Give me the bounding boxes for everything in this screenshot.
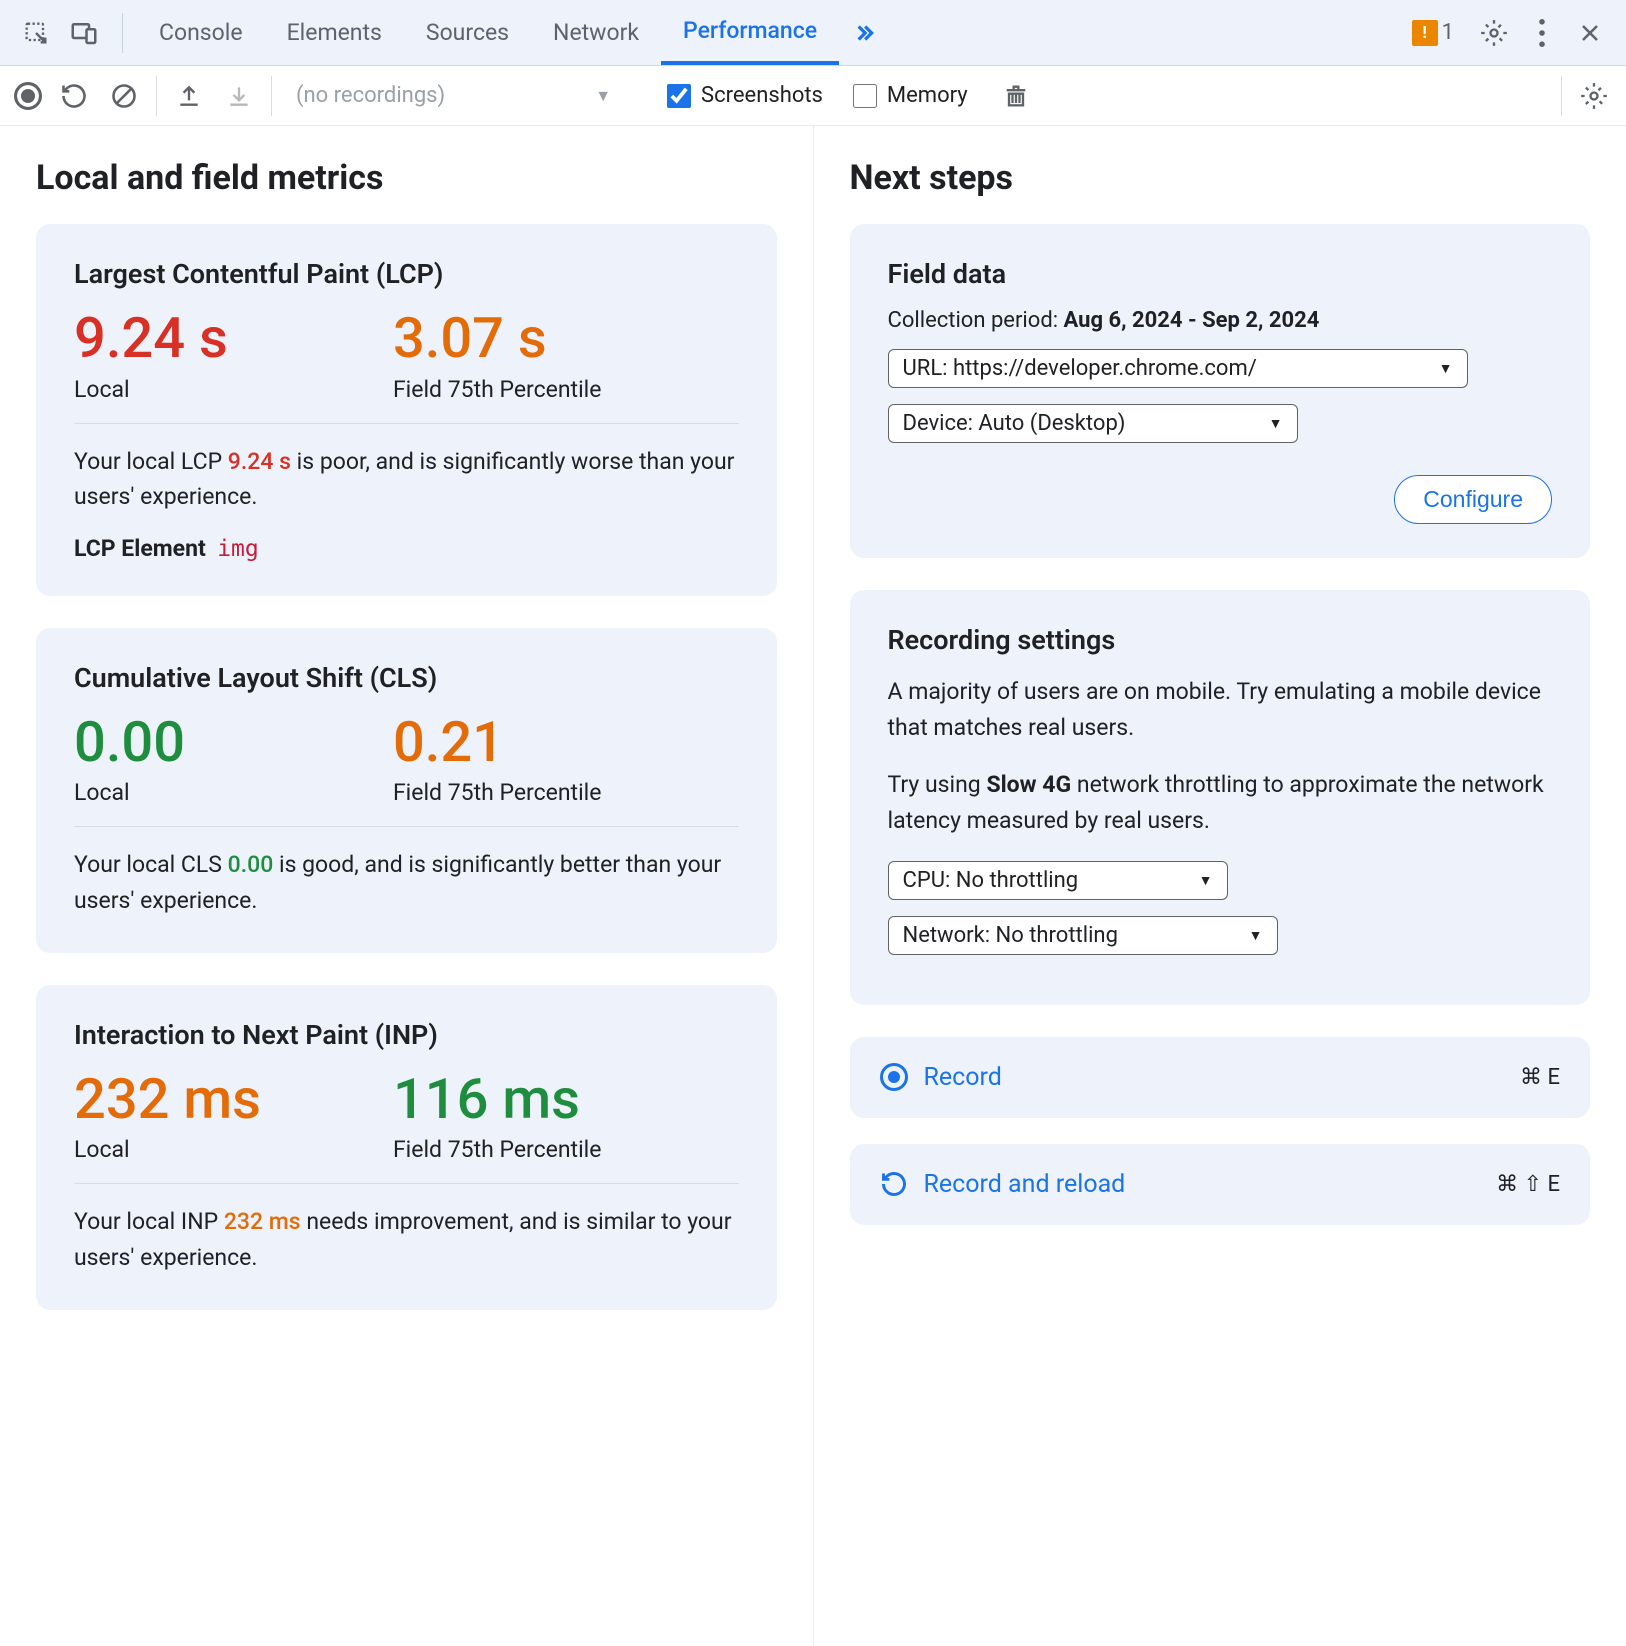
inp-field-value: 116 ms [393,1069,739,1131]
inp-local-value: 232 ms [74,1069,393,1131]
reload-icon[interactable] [56,78,92,114]
recording-settings-p1: A majority of users are on mobile. Try e… [888,674,1553,745]
tab-performance[interactable]: Performance [661,0,839,65]
lcp-description: Your local LCP 9.24 s is poor, and is si… [74,444,739,515]
cls-description: Your local CLS 0.00 is good, and is sign… [74,847,739,918]
lcp-title: Largest Contentful Paint (LCP) [74,258,739,290]
inp-title: Interaction to Next Paint (INP) [74,1019,739,1051]
collection-period: Collection period: Aug 6, 2024 - Sep 2, … [888,308,1553,333]
cls-local-label: Local [74,779,393,806]
more-tabs-icon[interactable] [843,13,883,53]
record-button-icon[interactable] [14,82,42,110]
metrics-title: Local and field metrics [36,158,777,198]
url-dropdown-label: URL: https://developer.chrome.com/ [903,356,1257,381]
tab-sources[interactable]: Sources [404,0,531,65]
collect-garbage-icon[interactable] [998,78,1034,114]
next-steps-title: Next steps [850,158,1591,198]
field-data-title: Field data [888,258,1553,290]
performance-toolbar: (no recordings) ▼ Screenshots Memory [0,66,1626,126]
tab-console[interactable]: Console [137,0,265,65]
next-steps-column: Next steps Field data Collection period:… [814,126,1626,1646]
inp-description: Your local INP 232 ms needs improvement,… [74,1204,739,1275]
lcp-element-row[interactable]: LCP Element img [74,535,739,562]
screenshots-checkbox[interactable] [667,84,691,108]
lcp-local-label: Local [74,376,393,403]
divider [271,76,272,116]
screenshots-checkbox-row[interactable]: Screenshots [667,83,823,108]
kebab-menu-icon[interactable] [1522,13,1562,53]
close-icon[interactable] [1570,13,1610,53]
memory-checkbox[interactable] [853,84,877,108]
recordings-dropdown[interactable]: (no recordings) ▼ [286,83,611,108]
record-reload-action[interactable]: Record and reload ⌘ ⇧ E [850,1144,1591,1225]
divider [1561,76,1562,116]
panel-settings-icon[interactable] [1576,78,1612,114]
screenshots-label: Screenshots [701,83,823,108]
field-data-card: Field data Collection period: Aug 6, 202… [850,224,1591,558]
recording-settings-p2: Try using Slow 4G network throttling to … [888,767,1553,838]
recordings-dropdown-label: (no recordings) [296,83,445,108]
record-action[interactable]: Record ⌘ E [850,1037,1591,1118]
download-icon[interactable] [221,78,257,114]
reload-icon [880,1170,908,1198]
cls-title: Cumulative Layout Shift (CLS) [74,662,739,694]
metrics-column: Local and field metrics Largest Contentf… [0,126,814,1646]
warning-count: 1 [1442,20,1454,45]
inp-card: Interaction to Next Paint (INP) 232 ms L… [36,985,777,1310]
lcp-card: Largest Contentful Paint (LCP) 9.24 s Lo… [36,224,777,596]
inp-field-label: Field 75th Percentile [393,1136,739,1163]
cpu-dropdown[interactable]: CPU: No throttling ▼ [888,861,1228,900]
inp-local-label: Local [74,1136,393,1163]
chevron-down-icon: ▼ [1269,415,1283,432]
record-reload-shortcut: ⌘ ⇧ E [1496,1172,1560,1197]
chevron-down-icon: ▼ [1249,927,1263,944]
configure-button[interactable]: Configure [1394,475,1552,524]
device-dropdown-label: Device: Auto (Desktop) [903,411,1126,436]
clear-icon[interactable] [106,78,142,114]
url-dropdown[interactable]: URL: https://developer.chrome.com/ ▼ [888,349,1468,388]
chevron-down-icon: ▼ [1199,872,1213,889]
network-dropdown[interactable]: Network: No throttling ▼ [888,916,1278,955]
divider [122,13,123,53]
divider [156,76,157,116]
inspect-element-icon[interactable] [16,13,56,53]
chevron-down-icon: ▼ [595,86,611,106]
cpu-dropdown-label: CPU: No throttling [903,868,1079,893]
tab-elements[interactable]: Elements [265,0,404,65]
cls-field-label: Field 75th Percentile [393,779,739,806]
lcp-element-tag: img [217,536,259,562]
device-toggle-icon[interactable] [64,13,104,53]
devtools-tab-strip: Console Elements Sources Network Perform… [0,0,1626,66]
recording-settings-card: Recording settings A majority of users a… [850,590,1591,1005]
record-label: Record [924,1063,1002,1092]
network-dropdown-label: Network: No throttling [903,923,1118,948]
settings-icon[interactable] [1474,13,1514,53]
cls-field-value: 0.21 [393,712,739,774]
recording-settings-title: Recording settings [888,624,1553,656]
lcp-local-value: 9.24 s [74,308,393,370]
memory-checkbox-row[interactable]: Memory [853,83,968,108]
tab-network[interactable]: Network [531,0,661,65]
lcp-field-value: 3.07 s [393,308,739,370]
lcp-field-label: Field 75th Percentile [393,376,739,403]
warning-icon: ! [1412,20,1438,46]
record-reload-label: Record and reload [924,1170,1126,1199]
cls-local-value: 0.00 [74,712,393,774]
upload-icon[interactable] [171,78,207,114]
memory-label: Memory [887,83,968,108]
device-dropdown[interactable]: Device: Auto (Desktop) ▼ [888,404,1298,443]
record-icon [880,1063,908,1091]
chevron-down-icon: ▼ [1439,360,1453,377]
cls-card: Cumulative Layout Shift (CLS) 0.00 Local… [36,628,777,953]
record-shortcut: ⌘ E [1520,1065,1560,1090]
issues-badge[interactable]: ! 1 [1412,20,1454,46]
